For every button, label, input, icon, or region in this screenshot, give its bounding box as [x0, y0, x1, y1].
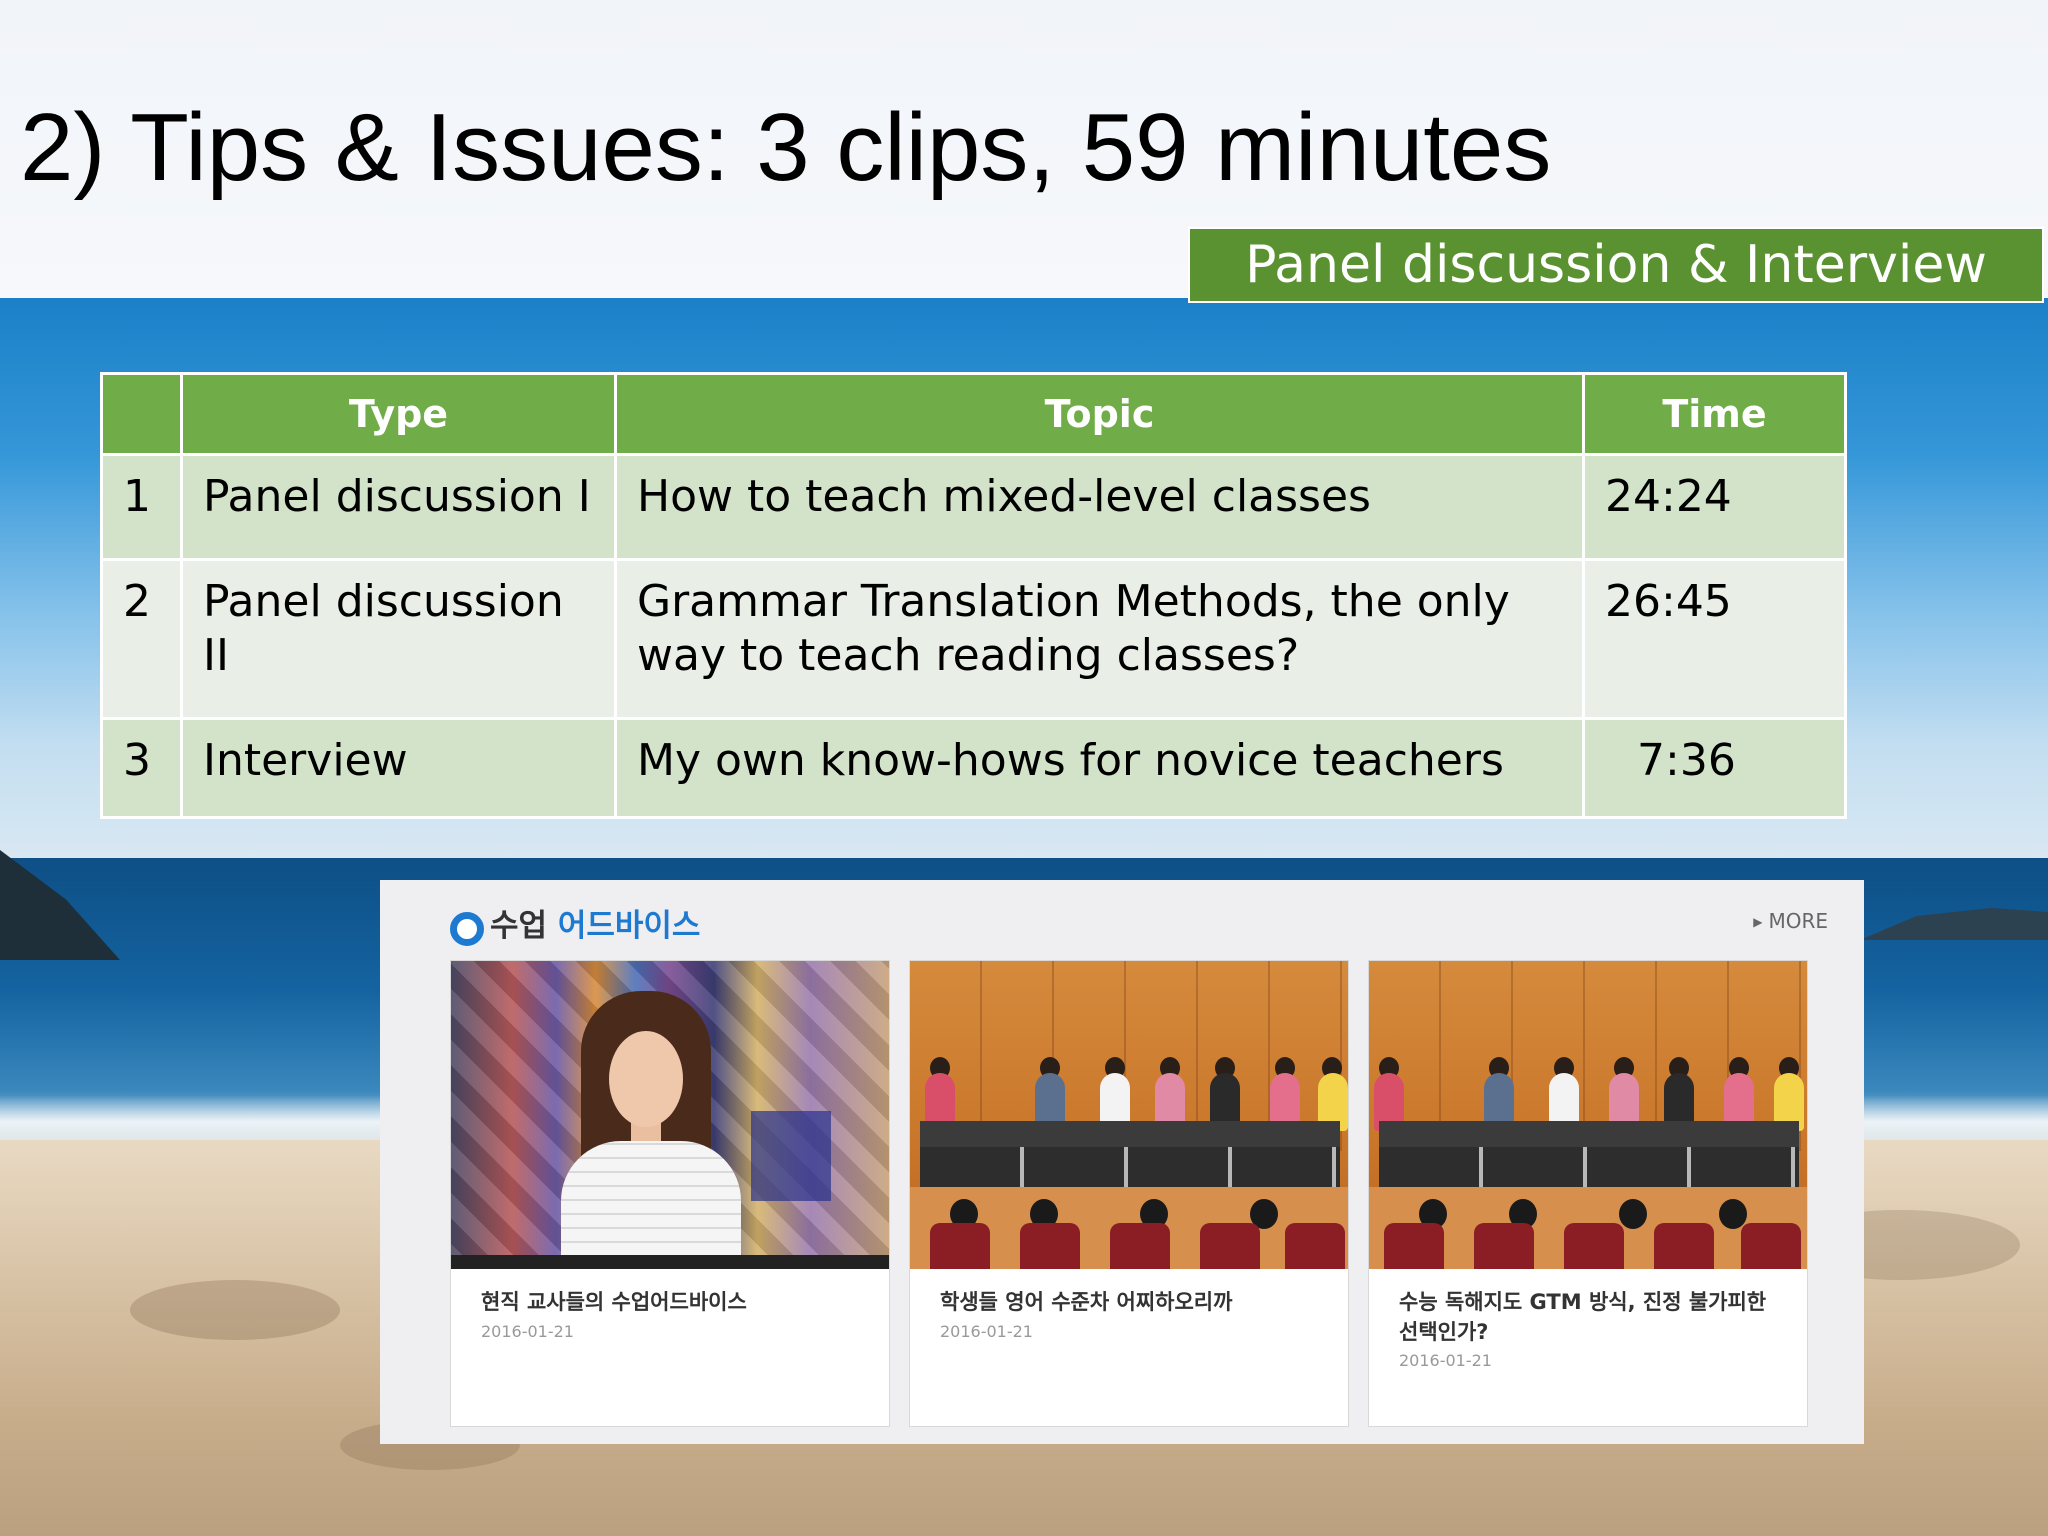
video-thumbnail[interactable] [910, 961, 1348, 1269]
row-number: 3 [100, 717, 183, 819]
clips-table: Type Topic Time 1 Panel discussion I How… [100, 372, 1847, 819]
auditorium-seat [1285, 1223, 1345, 1269]
panel-table [920, 1121, 1340, 1147]
video-thumbnail[interactable] [1369, 961, 1807, 1269]
card-date: 2016-01-21 [481, 1322, 574, 1341]
subtitle-strip [451, 1255, 889, 1269]
section-title-part2: 어드바이스 [557, 908, 701, 944]
video-card[interactable]: 현직 교사들의 수업어드바이스 2016-01-21 [450, 960, 890, 1427]
video-thumbnail[interactable] [451, 961, 889, 1269]
audience-head [1619, 1199, 1647, 1229]
row-topic: My own know-hows for novice teachers [614, 717, 1585, 819]
sand-shadow [130, 1280, 340, 1340]
more-link[interactable]: ▶ MORE [1753, 906, 1828, 937]
caption-sign [751, 1111, 831, 1201]
card-caption[interactable]: 수능 독해지도 GTM 방식, 진정 불가피한 선택인가? [1399, 1287, 1789, 1347]
row-number: 1 [100, 453, 183, 561]
card-date: 2016-01-21 [1399, 1351, 1492, 1370]
video-card[interactable]: 수능 독해지도 GTM 방식, 진정 불가피한 선택인가? 2016-01-21 [1368, 960, 1808, 1427]
audience-head [1719, 1199, 1747, 1229]
slide-title: 2) Tips & Issues: 3 clips, 59 minutes [20, 94, 1552, 201]
panel-table-skirt [1379, 1147, 1799, 1187]
auditorium-seat [930, 1223, 990, 1269]
play-triangle-icon: ▶ [1753, 915, 1763, 929]
more-label: MORE [1768, 909, 1828, 933]
row-type: Panel discussion I [180, 453, 617, 561]
website-screenshot: 수업 어드바이스 ▶ MORE 현직 교사들의 수업어드바이스 2016-01-2… [380, 880, 1864, 1444]
person-body [561, 1141, 741, 1269]
row-time: 7:36 [1582, 717, 1847, 819]
table-row: 3 Interview My own know-hows for novice … [100, 717, 1847, 819]
table-header-row: Type Topic Time [100, 372, 1847, 456]
auditorium-seat [1741, 1223, 1801, 1269]
auditorium-seat [1200, 1223, 1260, 1269]
panel-table [1379, 1121, 1799, 1147]
row-topic: How to teach mixed-level classes [614, 453, 1585, 561]
auditorium-seat [1474, 1223, 1534, 1269]
row-type: Interview [180, 717, 617, 819]
slide: 2) Tips & Issues: 3 clips, 59 minutes Pa… [0, 0, 2048, 1536]
header-number [100, 372, 183, 456]
video-card[interactable]: 학생들 영어 수준차 어찌하오리까 2016-01-21 [909, 960, 1349, 1427]
card-caption[interactable]: 현직 교사들의 수업어드바이스 [481, 1287, 871, 1317]
table-row: 1 Panel discussion I How to teach mixed-… [100, 453, 1847, 561]
row-type: Panel discussion II [180, 558, 617, 720]
row-topic: Grammar Translation Methods, the only wa… [614, 558, 1585, 720]
card-caption[interactable]: 학생들 영어 수준차 어찌하오리까 [940, 1287, 1330, 1317]
row-number: 2 [100, 558, 183, 720]
header-time: Time [1582, 372, 1847, 456]
person-face [609, 1031, 683, 1127]
auditorium-seat [1020, 1223, 1080, 1269]
auditorium-seat [1654, 1223, 1714, 1269]
card-date: 2016-01-21 [940, 1322, 1033, 1341]
section-title-part1: 수업 [490, 908, 548, 944]
header-topic: Topic [614, 372, 1585, 456]
auditorium-seat [1564, 1223, 1624, 1269]
circle-bullet-icon [450, 912, 484, 946]
row-time: 24:24 [1582, 453, 1847, 561]
auditorium-seat [1110, 1223, 1170, 1269]
subtitle-banner: Panel discussion & Interview [1188, 227, 2044, 303]
section-title: 수업 어드바이스 [490, 904, 700, 948]
auditorium-seat [1384, 1223, 1444, 1269]
table-row: 2 Panel discussion II Grammar Translatio… [100, 558, 1847, 720]
panel-table-skirt [920, 1147, 1340, 1187]
row-time: 26:45 [1582, 558, 1847, 720]
header-type: Type [180, 372, 617, 456]
